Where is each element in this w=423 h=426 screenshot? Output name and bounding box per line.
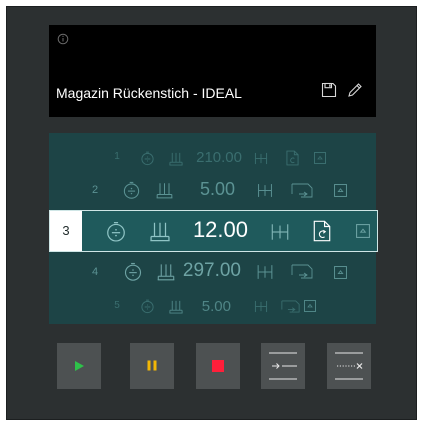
station-value: 210.00: [196, 149, 242, 166]
play-icon: [75, 361, 84, 371]
program-header: Magazin Rückenstich - IDEAL: [49, 25, 376, 117]
pause-button[interactable]: [130, 343, 174, 389]
box-icon[interactable]: [334, 266, 347, 279]
timer-icon[interactable]: [123, 262, 143, 282]
station-row[interactable]: 4 297.00: [49, 257, 376, 287]
document-icon[interactable]: [286, 150, 299, 166]
save-icon[interactable]: [321, 82, 337, 98]
folder-return-icon[interactable]: [291, 182, 313, 199]
station-number: 3: [50, 211, 82, 251]
box-icon[interactable]: [356, 224, 370, 238]
delete-line-icon: [335, 352, 363, 380]
station-value: 5.00: [201, 298, 231, 315]
station-row[interactable]: 1 210.00: [49, 146, 376, 170]
stack-icon[interactable]: [168, 299, 184, 314]
timer-icon[interactable]: [140, 299, 155, 314]
station-number: 2: [91, 184, 99, 196]
document-icon[interactable]: [313, 219, 331, 243]
station-row[interactable]: 5 5.00: [49, 294, 376, 318]
edit-icon[interactable]: [347, 82, 363, 98]
box-icon[interactable]: [314, 152, 326, 164]
play-button[interactable]: [57, 343, 101, 389]
timer-icon[interactable]: [122, 181, 141, 200]
station-value: 5.00: [199, 179, 235, 199]
spacing-icon[interactable]: [271, 223, 289, 241]
station-number: 1: [114, 151, 120, 162]
station-row-selected[interactable]: 3 12.00: [49, 210, 378, 252]
box-icon[interactable]: [304, 300, 316, 312]
stack-icon[interactable]: [155, 181, 174, 199]
station-value: 297.00: [182, 260, 241, 281]
station-row[interactable]: 2 5.00: [49, 177, 376, 205]
insert-line-button[interactable]: [261, 343, 305, 389]
insert-line-icon: [269, 352, 297, 380]
stop-icon: [212, 360, 224, 372]
timer-icon[interactable]: [105, 221, 127, 243]
stop-button[interactable]: [196, 343, 240, 389]
folder-return-icon[interactable]: [281, 299, 300, 314]
timer-icon[interactable]: [140, 151, 155, 166]
folder-return-icon[interactable]: [291, 263, 313, 280]
spacing-icon[interactable]: [257, 183, 273, 198]
info-icon[interactable]: [57, 33, 69, 45]
program-title: Magazin Rückenstich - IDEAL: [56, 85, 242, 101]
pause-icon: [147, 360, 157, 371]
box-icon[interactable]: [334, 184, 347, 197]
spacing-icon[interactable]: [254, 152, 268, 165]
station-value: 12.00: [192, 217, 248, 242]
spacing-icon[interactable]: [257, 264, 273, 280]
stack-icon[interactable]: [168, 151, 184, 166]
station-number: 5: [114, 300, 120, 311]
station-number: 4: [91, 266, 99, 278]
spacing-icon[interactable]: [254, 300, 268, 313]
stack-icon[interactable]: [149, 220, 171, 242]
delete-line-button[interactable]: [327, 343, 371, 389]
